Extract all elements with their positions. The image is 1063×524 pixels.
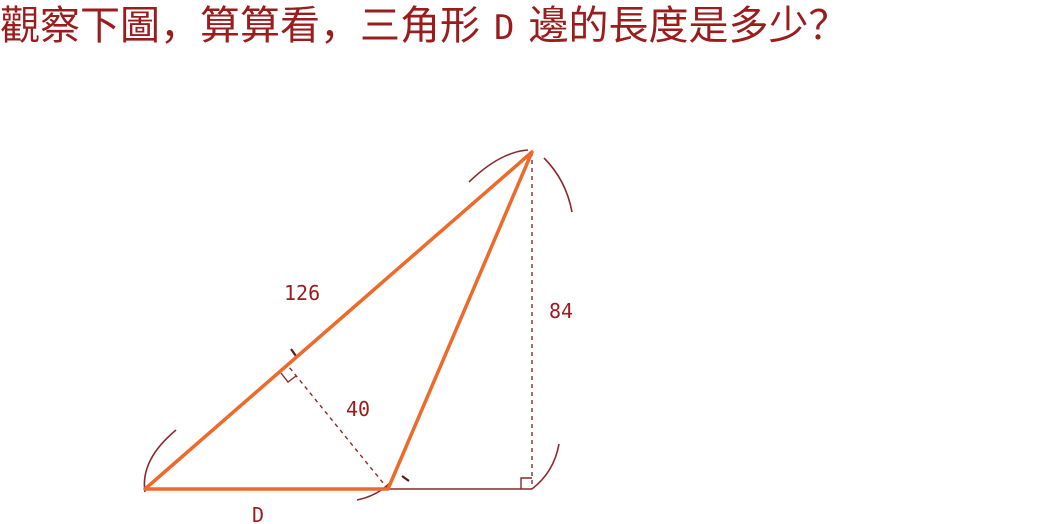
perpendicular-dashed-line bbox=[288, 366, 389, 490]
base-label: D bbox=[252, 503, 264, 524]
perpendicular-label: 40 bbox=[346, 397, 370, 421]
compass-arc-left bbox=[143, 429, 177, 493]
compass-arc-top-right bbox=[543, 157, 573, 213]
triangle-outline bbox=[143, 150, 534, 491]
right-angle-marker-foot bbox=[520, 477, 532, 489]
compass-arc-bottom bbox=[356, 481, 392, 501]
tick-mark-bottom bbox=[401, 475, 410, 482]
tick-mark-slant bbox=[290, 348, 297, 357]
slant-side-label: 126 bbox=[284, 281, 320, 305]
height-label: 84 bbox=[549, 299, 573, 323]
compass-arc-bottom-right bbox=[531, 443, 560, 490]
compass-arc-top-left bbox=[468, 149, 529, 183]
right-angle-marker-slant bbox=[280, 372, 297, 383]
triangle-diagram: 126 84 40 D bbox=[143, 149, 573, 524]
compass-arcs bbox=[143, 149, 573, 501]
